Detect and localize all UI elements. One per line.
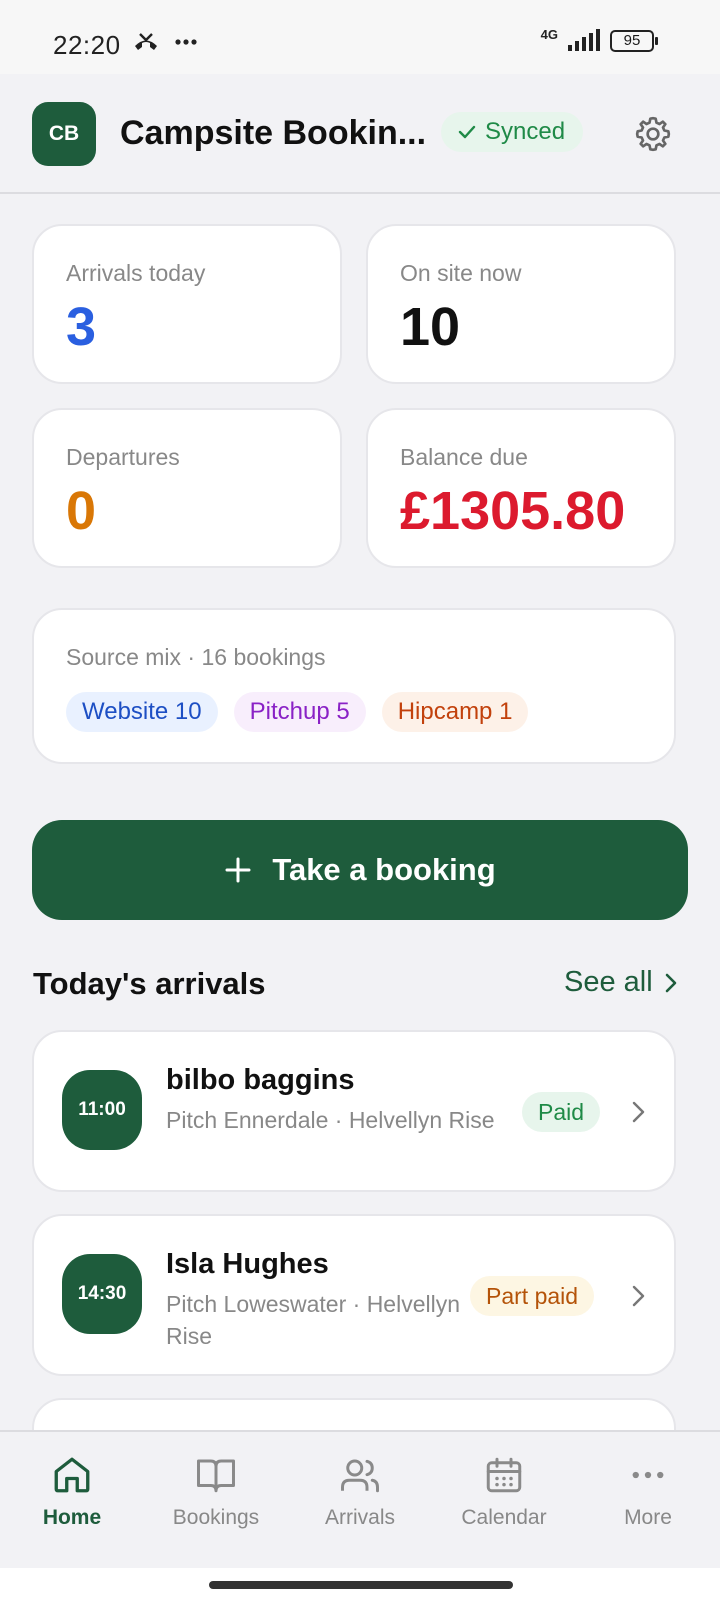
calendar-icon (486, 1457, 522, 1493)
stat-card-departures[interactable]: Departures 0 (32, 408, 342, 568)
stat-value: 10 (400, 297, 461, 357)
app-title: Campsite Bookin... (120, 114, 427, 152)
sync-status-label: Synced (485, 118, 566, 145)
see-all-link[interactable]: See all (564, 966, 679, 999)
status-notification-icons (132, 31, 198, 53)
battery-level: 95 (623, 32, 641, 49)
see-all-label: See all (564, 966, 653, 998)
home-icon (54, 1457, 90, 1493)
guest-name: Isla Hughes (166, 1248, 329, 1280)
stat-label: Balance due (400, 444, 528, 470)
arrival-row[interactable]: 14:30 Isla Hughes Pitch Loweswater · Hel… (32, 1214, 676, 1376)
guest-name: bilbo baggins (166, 1064, 355, 1096)
tab-label: Bookings (172, 1506, 260, 1529)
missed-call-icon (135, 33, 157, 50)
stat-value: £1305.80 (400, 481, 626, 541)
network-type: 4G (540, 27, 558, 42)
pitch-location: Pitch Ennerdale · Helvellyn Rise (166, 1107, 495, 1133)
pitch-location: Pitch Loweswater · Helvellyn Rise (166, 1291, 461, 1349)
home-indicator[interactable] (209, 1581, 513, 1589)
tab-label: Arrivals (324, 1506, 395, 1529)
section-title-arrivals: Today's arrivals (33, 966, 266, 1001)
stat-label: Arrivals today (66, 260, 206, 286)
arrival-row[interactable]: 11:00 bilbo baggins Pitch Ennerdale · He… (32, 1030, 676, 1192)
chevron-right-icon (632, 1101, 645, 1123)
stat-label: Departures (66, 444, 180, 470)
tab-label: More (624, 1506, 672, 1529)
take-booking-label: Take a booking (272, 852, 496, 887)
bottom-tab-bar: Home Bookings Arrivals Calendar More (0, 1430, 720, 1568)
signal-icon (568, 29, 600, 51)
tab-bookings[interactable]: Bookings (144, 1432, 288, 1570)
stat-value: 3 (66, 297, 97, 357)
users-icon (341, 1459, 379, 1493)
payment-status-badge: Paid (522, 1092, 601, 1132)
source-chip-hipcamp[interactable]: Hipcamp 1 (381, 692, 529, 732)
status-time: 22:20 (53, 30, 121, 60)
tab-label: Home (42, 1506, 102, 1529)
tab-calendar[interactable]: Calendar (432, 1432, 576, 1570)
stat-card-on-site-now[interactable]: On site now 10 (366, 224, 676, 384)
chevron-right-icon (632, 1285, 645, 1307)
more-notifications-icon (175, 39, 197, 45)
tab-more[interactable]: More (576, 1432, 720, 1570)
source-mix-card: Source mix · 16 bookings Website 10 Pitc… (32, 608, 676, 764)
settings-gear-icon[interactable] (633, 114, 673, 154)
stat-label: On site now (400, 260, 522, 286)
check-icon (458, 125, 476, 139)
status-bar: 22:20 4G 95 (0, 0, 720, 74)
chevron-right-icon (665, 973, 676, 992)
battery-icon: 95 (610, 30, 658, 52)
stat-value: 0 (66, 481, 97, 541)
arrival-time-badge: 11:00 (62, 1070, 142, 1150)
stat-card-arrivals-today[interactable]: Arrivals today 3 (32, 224, 342, 384)
source-chip-website[interactable]: Website 10 (66, 692, 218, 732)
source-mix-label: Source mix · 16 bookings (66, 644, 326, 670)
tab-label: Calendar (461, 1506, 547, 1529)
book-icon (197, 1459, 235, 1493)
status-system-icons: 4G 95 (540, 27, 658, 52)
source-chip-pitchup[interactable]: Pitchup 5 (233, 692, 366, 732)
app-logo: CB (32, 102, 96, 166)
app-header: CB Campsite Bookin... Synced (0, 74, 720, 194)
sync-status-badge: Synced (441, 112, 584, 152)
more-icon (632, 1471, 664, 1479)
source-chips: Website 10 Pitchup 5 Hipcamp 1 (66, 692, 529, 732)
take-booking-button[interactable]: Take a booking (32, 820, 688, 920)
payment-status-badge: Part paid (470, 1276, 595, 1316)
plus-icon (225, 857, 251, 883)
stat-card-balance-due[interactable]: Balance due £1305.80 (366, 408, 676, 568)
tab-home[interactable]: Home (0, 1432, 144, 1570)
tab-arrivals[interactable]: Arrivals (288, 1432, 432, 1570)
arrival-time-badge: 14:30 (62, 1254, 142, 1334)
